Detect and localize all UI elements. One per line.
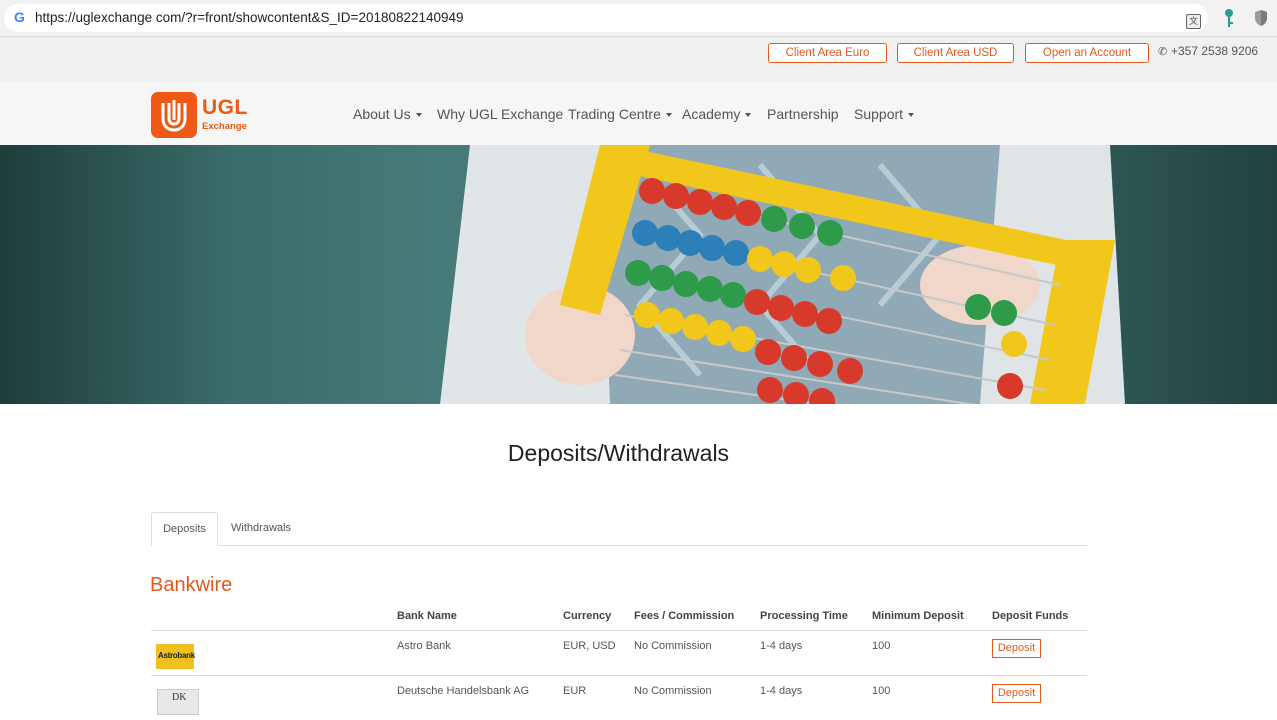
tab-withdrawals[interactable]: Withdrawals bbox=[222, 512, 300, 546]
nav-trading-centre[interactable]: Trading Centre bbox=[568, 106, 672, 122]
url-text[interactable]: https://uglexchange com/?r=front/showcon… bbox=[35, 10, 464, 25]
caret-down-icon bbox=[665, 113, 672, 118]
nav-support[interactable]: Support bbox=[854, 106, 915, 122]
nav-about-us-label: About Us bbox=[353, 106, 411, 122]
caret-down-icon bbox=[908, 113, 915, 118]
dhb-logo-text: DK bbox=[172, 692, 187, 703]
ugl-logo[interactable]: UGL Exchange bbox=[151, 92, 261, 138]
client-area-euro-button[interactable]: Client Area Euro bbox=[768, 43, 887, 63]
page-title: Deposits/Withdrawals bbox=[507, 440, 730, 466]
translate-icon[interactable]: 文 bbox=[1186, 14, 1201, 29]
main-navigation: UGL Exchange About Us Why UGL Exchange T… bbox=[0, 82, 1277, 145]
nav-partnership[interactable]: Partnership bbox=[767, 106, 839, 122]
logo-text: UGL bbox=[202, 96, 248, 119]
shield-extension-icon[interactable] bbox=[1254, 9, 1268, 27]
nav-why-ugl-label: Why UGL Exchange bbox=[437, 106, 564, 122]
key-extension-icon[interactable] bbox=[1224, 8, 1234, 28]
header-currency: Currency bbox=[563, 610, 612, 622]
tab-deposits[interactable]: Deposits bbox=[151, 512, 218, 546]
minimum-deposit: 100 bbox=[872, 685, 891, 697]
header-fees: Fees / Commission bbox=[634, 610, 735, 622]
bank-name: Deutsche Handelsbank AG bbox=[397, 685, 530, 697]
table-row: DK Deutsche Handelsbank AG EUR No Commis… bbox=[151, 675, 1087, 720]
deutsche-handelsbank-logo: DK bbox=[157, 689, 199, 715]
nav-academy[interactable]: Academy bbox=[682, 106, 752, 122]
nav-about-us[interactable]: About Us bbox=[353, 106, 422, 122]
nav-support-label: Support bbox=[854, 106, 904, 122]
hero-banner-image bbox=[0, 145, 1277, 404]
header-minimum-deposit: Minimum Deposit bbox=[872, 610, 964, 622]
currency: EUR bbox=[563, 685, 587, 697]
logo-mark-icon bbox=[151, 92, 197, 138]
fees: No Commission bbox=[634, 685, 712, 697]
address-bar[interactable]: G https://uglexchange com/?r=front/showc… bbox=[4, 4, 1208, 32]
header-bank-name: Bank Name bbox=[397, 610, 457, 622]
utility-bar: Client Area Euro Client Area USD Open an… bbox=[0, 37, 1277, 82]
open-account-button[interactable]: Open an Account bbox=[1025, 43, 1149, 63]
nav-why-ugl[interactable]: Why UGL Exchange bbox=[437, 106, 563, 122]
caret-down-icon bbox=[415, 113, 422, 118]
currency: EUR, USD bbox=[563, 640, 616, 652]
processing-time: 1-4 days bbox=[760, 685, 803, 697]
section-title-bankwire: Bankwire bbox=[150, 574, 233, 596]
deposit-button[interactable]: Deposit bbox=[992, 684, 1041, 703]
deposit-withdrawal-tabs: Deposits Withdrawals bbox=[151, 512, 1087, 546]
nav-academy-label: Academy bbox=[682, 106, 741, 122]
abacus-illustration bbox=[440, 145, 1125, 404]
browser-toolbar: G https://uglexchange com/?r=front/showc… bbox=[0, 0, 1277, 37]
fees: No Commission bbox=[634, 640, 712, 652]
google-icon: G bbox=[14, 9, 25, 25]
table-row: Astrobank Astro Bank EUR, USD No Commiss… bbox=[151, 630, 1087, 675]
processing-time: 1-4 days bbox=[760, 640, 803, 652]
phone-text: +357 2538 9206 bbox=[1171, 44, 1259, 58]
logo-subtext: Exchange bbox=[202, 121, 247, 132]
nav-partnership-label: Partnership bbox=[767, 106, 839, 122]
astrobank-logo: Astrobank bbox=[156, 644, 195, 669]
nav-trading-centre-label: Trading Centre bbox=[568, 106, 661, 122]
deposit-button[interactable]: Deposit bbox=[992, 639, 1041, 658]
minimum-deposit: 100 bbox=[872, 640, 891, 652]
bank-name: Astro Bank bbox=[397, 640, 451, 652]
header-processing-time: Processing Time bbox=[760, 610, 848, 622]
phone-icon: ✆ bbox=[1158, 46, 1168, 58]
astrobank-logo-text: Astrobank bbox=[158, 651, 195, 660]
phone-number: ✆ +357 2538 9206 bbox=[1158, 44, 1258, 58]
client-area-usd-button[interactable]: Client Area USD bbox=[897, 43, 1014, 63]
caret-down-icon bbox=[745, 113, 752, 118]
header-deposit-funds: Deposit Funds bbox=[992, 610, 1069, 622]
